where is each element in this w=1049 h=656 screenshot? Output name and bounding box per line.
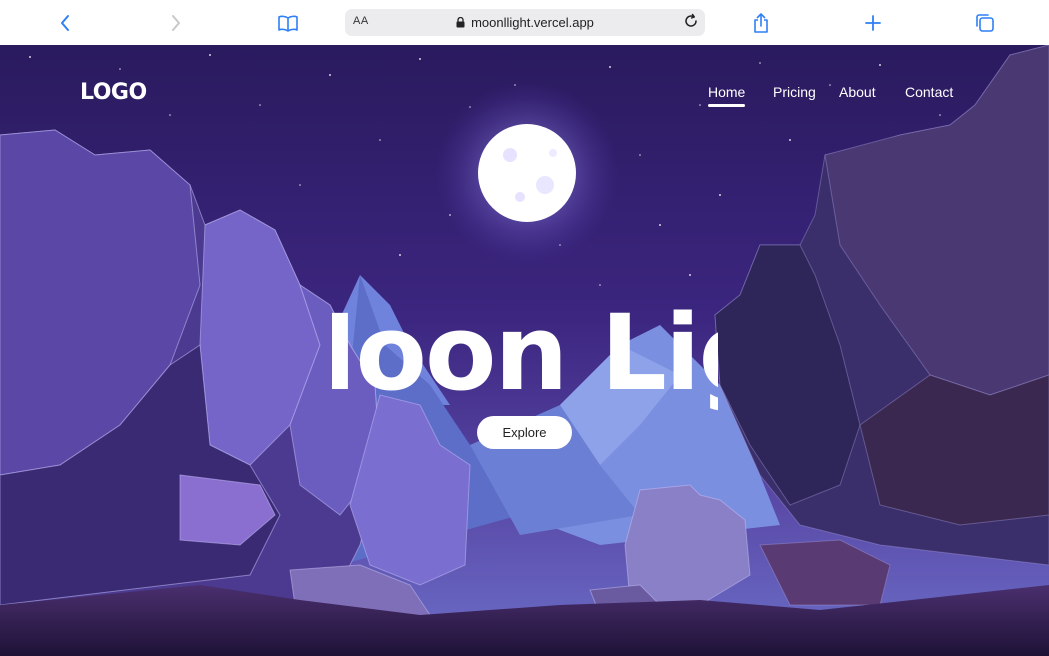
address-bar[interactable]: AA moonllight.vercel.app [345, 9, 705, 36]
tabs-icon [976, 14, 994, 32]
new-tab-icon [865, 15, 881, 31]
url-text: moonllight.vercel.app [471, 15, 594, 30]
nav-pricing[interactable]: Pricing [773, 84, 816, 100]
nav-contact[interactable]: Contact [905, 84, 953, 100]
reload-icon [685, 13, 697, 27]
bookmarks-icon [278, 15, 298, 32]
back-icon [61, 15, 69, 31]
tabs-overview-button[interactable] [968, 6, 1002, 40]
reload-button[interactable] [683, 13, 699, 33]
explore-button[interactable]: Explore [477, 416, 572, 449]
back-button[interactable] [48, 6, 82, 40]
active-nav-underline [708, 104, 746, 107]
lock-icon [456, 17, 465, 28]
hero-title-mask: Moon Light [332, 293, 718, 413]
nav-home-label: Home [708, 84, 746, 100]
share-button[interactable] [744, 6, 778, 40]
bookmarks-button[interactable] [271, 6, 305, 40]
moon [435, 81, 619, 265]
nav-about[interactable]: About [839, 84, 876, 100]
forward-button[interactable] [159, 6, 193, 40]
nav-home[interactable]: Home [708, 84, 746, 107]
url-display[interactable]: moonllight.vercel.app [345, 15, 705, 30]
site-logo[interactable]: LOGO [80, 80, 147, 105]
browser-toolbar: AA moonllight.vercel.app [0, 0, 1049, 45]
hero-section: LOGO Home Pricing About Contact Moon Lig… [0, 45, 1049, 656]
new-tab-button[interactable] [856, 6, 890, 40]
share-icon [754, 13, 768, 33]
hero-title: Moon Light [332, 293, 718, 413]
forward-icon [172, 15, 180, 31]
